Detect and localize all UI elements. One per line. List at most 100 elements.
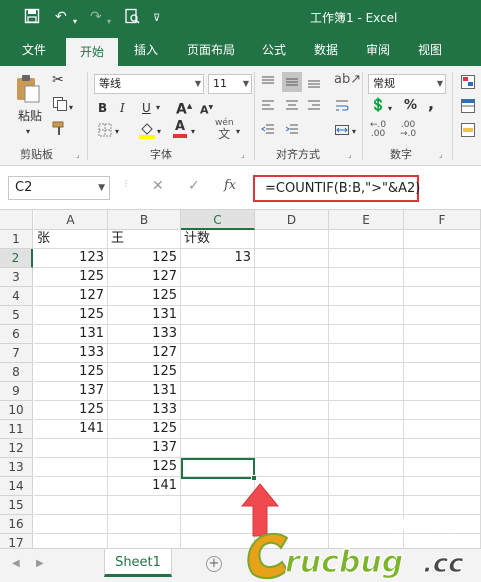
column-header-f[interactable]: F [404, 210, 481, 230]
cell-e6[interactable] [329, 325, 404, 344]
row-header[interactable]: 7 [0, 344, 33, 363]
redo-dropdown-icon[interactable]: ▾ [107, 13, 111, 31]
cell-d3[interactable] [255, 268, 329, 287]
row-header[interactable]: 13 [0, 458, 33, 477]
orientation-icon[interactable]: ab↗ [334, 72, 361, 88]
cell-b8[interactable]: 125 [108, 363, 181, 382]
merge-dropdown-icon[interactable]: ▾ [352, 124, 356, 140]
cell-e14[interactable] [329, 477, 404, 496]
tab-data[interactable]: 数据 [304, 34, 348, 66]
undo-dropdown-icon[interactable]: ▾ [73, 13, 77, 31]
align-right-icon[interactable] [306, 98, 322, 118]
tab-formulas[interactable]: 公式 [252, 34, 296, 66]
cell-f4[interactable] [404, 287, 481, 306]
clipboard-launcher-icon[interactable]: ⌟ [76, 150, 80, 159]
cell-b14[interactable]: 141 [108, 477, 181, 496]
select-all-corner[interactable] [0, 210, 33, 230]
shrink-font-icon[interactable]: A▼ [200, 100, 213, 119]
cell-d2[interactable] [255, 249, 329, 268]
row-header[interactable]: 16 [0, 515, 33, 534]
comma-button[interactable]: , [428, 96, 434, 112]
italic-button[interactable]: I [120, 100, 125, 116]
cell-b6[interactable]: 133 [108, 325, 181, 344]
phonetic-button[interactable]: wén 文 [215, 118, 234, 140]
scroll-right-icon[interactable]: ▶ [36, 558, 44, 569]
cell-b15[interactable] [108, 496, 181, 515]
column-header-e[interactable]: E [329, 210, 404, 230]
cell-a7[interactable]: 133 [34, 344, 108, 363]
customize-icon[interactable]: ⊽ [153, 10, 160, 28]
cell-e8[interactable] [329, 363, 404, 382]
cell-f3[interactable] [404, 268, 481, 287]
cell-d4[interactable] [255, 287, 329, 306]
formula-input[interactable]: =COUNTIF(B:B,">"&A2) [253, 175, 420, 202]
redo-icon[interactable]: ↷ [90, 8, 102, 26]
font-color-icon[interactable]: A [173, 120, 187, 138]
cell-e12[interactable] [329, 439, 404, 458]
cell-a2[interactable]: 123 [34, 249, 108, 268]
accounting-format-icon[interactable]: 💲 [370, 98, 386, 114]
cell-f10[interactable] [404, 401, 481, 420]
cell-e4[interactable] [329, 287, 404, 306]
cell-a11[interactable]: 141 [34, 420, 108, 439]
scroll-left-icon[interactable]: ◀ [12, 558, 20, 569]
format-as-table-icon[interactable] [460, 98, 476, 118]
cell-a12[interactable] [34, 439, 108, 458]
paste-dropdown-icon[interactable]: ▾ [26, 124, 30, 140]
tab-page-layout[interactable]: 页面布局 [174, 34, 248, 66]
column-header-b[interactable]: B [108, 210, 181, 230]
row-header[interactable]: 6 [0, 325, 33, 344]
cell-b10[interactable]: 133 [108, 401, 181, 420]
cell-a8[interactable]: 125 [34, 363, 108, 382]
paste-button[interactable] [12, 74, 44, 108]
cell-c4[interactable] [181, 287, 255, 306]
sheet-tab-sheet1[interactable]: Sheet1 [104, 549, 172, 577]
cell-e9[interactable] [329, 382, 404, 401]
cell-b12[interactable]: 137 [108, 439, 181, 458]
number-launcher-icon[interactable]: ⌟ [439, 150, 443, 159]
cell-b11[interactable]: 125 [108, 420, 181, 439]
cell-e7[interactable] [329, 344, 404, 363]
cell-d13[interactable] [255, 458, 329, 477]
cell-f11[interactable] [404, 420, 481, 439]
phonetic-dropdown-icon[interactable]: ▾ [236, 124, 240, 140]
number-format-select[interactable]: 常规 ▼ [368, 74, 446, 94]
cell-d1[interactable] [255, 230, 329, 249]
cell-f5[interactable] [404, 306, 481, 325]
font-launcher-icon[interactable]: ⌟ [241, 150, 245, 159]
cell-b7[interactable]: 127 [108, 344, 181, 363]
cell-a1[interactable]: 张 [34, 230, 108, 249]
row-header[interactable]: 3 [0, 268, 33, 287]
row-header[interactable]: 12 [0, 439, 33, 458]
cell-a9[interactable]: 137 [34, 382, 108, 401]
fill-handle[interactable] [251, 475, 257, 481]
cell-e11[interactable] [329, 420, 404, 439]
cell-b5[interactable]: 131 [108, 306, 181, 325]
copy-dropdown-icon[interactable]: ▾ [69, 100, 73, 116]
cell-f7[interactable] [404, 344, 481, 363]
cell-a4[interactable]: 127 [34, 287, 108, 306]
borders-dropdown-icon[interactable]: ▾ [115, 124, 119, 140]
merge-center-icon[interactable] [334, 122, 350, 142]
undo-icon[interactable]: ↶ [55, 8, 67, 26]
add-sheet-button[interactable]: + [206, 556, 222, 572]
copy-icon[interactable] [52, 96, 68, 116]
accounting-dropdown-icon[interactable]: ▾ [388, 101, 392, 117]
cell-b2[interactable]: 125 [108, 249, 181, 268]
row-header[interactable]: 5 [0, 306, 33, 325]
cell-a16[interactable] [34, 515, 108, 534]
cell-b3[interactable]: 127 [108, 268, 181, 287]
cell-e2[interactable] [329, 249, 404, 268]
tab-review[interactable]: 审阅 [356, 34, 400, 66]
name-box[interactable]: C2 ▼ [8, 176, 110, 200]
row-header[interactable]: 2 [0, 249, 33, 268]
cell-c8[interactable] [181, 363, 255, 382]
cell-b9[interactable]: 131 [108, 382, 181, 401]
cell-c3[interactable] [181, 268, 255, 287]
cell-a6[interactable]: 131 [34, 325, 108, 344]
cell-e13[interactable] [329, 458, 404, 477]
cell-d10[interactable] [255, 401, 329, 420]
worksheet-grid[interactable]: ABCDEF 1 张王计数 2 123 125 13 3 125 127 4 127 125 5 125 1… [0, 210, 481, 553]
align-bottom-icon[interactable] [306, 74, 322, 94]
tab-view[interactable]: 视图 [408, 34, 452, 66]
